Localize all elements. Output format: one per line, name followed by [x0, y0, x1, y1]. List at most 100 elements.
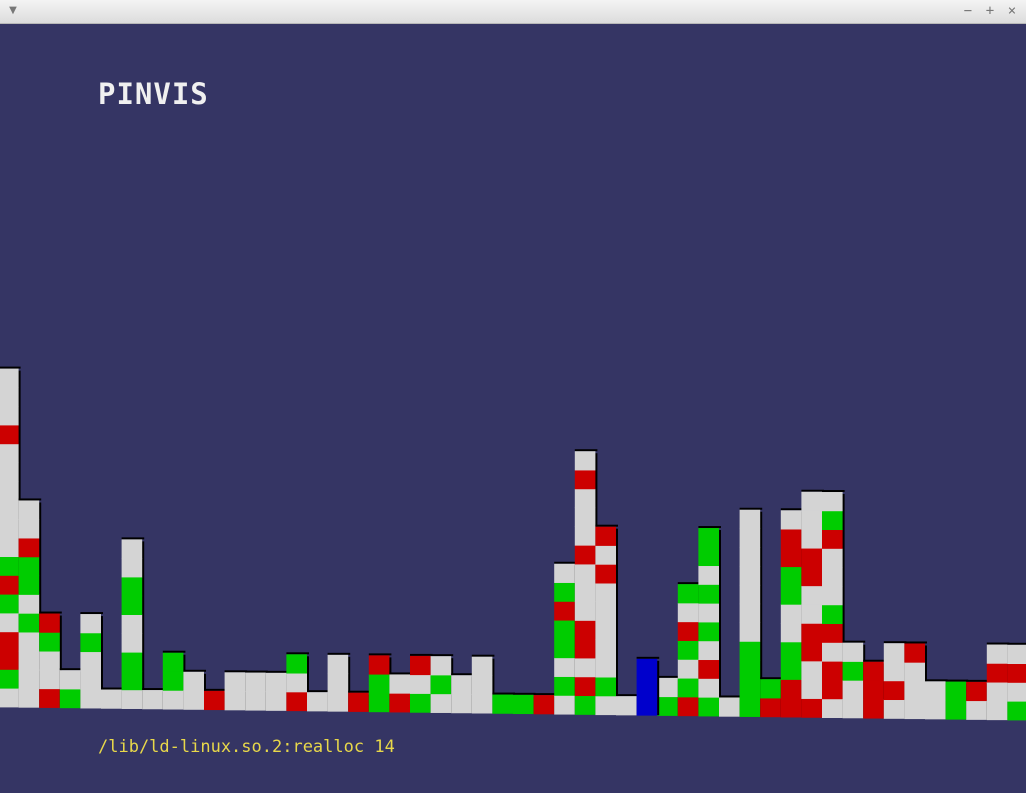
bar-cell [554, 638, 575, 659]
bar-cell [801, 679, 822, 699]
bar-column[interactable] [327, 652, 351, 712]
bar-column[interactable] [1007, 642, 1026, 721]
bar-column[interactable] [142, 688, 165, 710]
bar-top-edge [677, 582, 701, 585]
bar-column[interactable] [471, 654, 495, 714]
bar-column[interactable] [595, 524, 618, 716]
bar-cell [410, 674, 431, 694]
bar-column[interactable] [121, 537, 145, 709]
bar-top-edge [904, 641, 927, 644]
bar-cell [780, 529, 802, 549]
bar-cell [39, 651, 60, 671]
bar-column[interactable] [80, 612, 103, 709]
bar-column[interactable] [183, 669, 206, 710]
bar-column[interactable] [780, 508, 804, 718]
bar-column[interactable] [883, 641, 907, 719]
bar-column[interactable] [801, 489, 824, 718]
bar-column[interactable] [18, 498, 42, 708]
bar-column[interactable] [245, 670, 268, 711]
bar-top-edge [162, 650, 186, 653]
bar-cell [80, 651, 101, 671]
bar-cell [842, 642, 864, 662]
bar-column[interactable] [204, 688, 227, 711]
bar-top-edge [348, 690, 371, 693]
bar-cell [0, 500, 19, 520]
close-button[interactable]: × [1004, 3, 1020, 19]
bar-column[interactable] [101, 687, 124, 709]
bar-column[interactable] [719, 695, 742, 717]
bar-column[interactable] [554, 561, 577, 715]
bar-cell [162, 690, 184, 710]
bar-column[interactable] [265, 670, 289, 711]
bar-cell [698, 528, 719, 548]
bar-column[interactable] [59, 668, 83, 709]
bar-column[interactable] [574, 449, 598, 715]
minimize-button[interactable]: − [960, 3, 976, 19]
bar-cell [595, 601, 616, 622]
bar-top-edge [966, 679, 989, 682]
bar-column[interactable] [677, 582, 701, 717]
window-titlebar: ▼ − + × [0, 0, 1026, 24]
bar-top-edge [307, 690, 330, 693]
bar-cell [945, 681, 967, 701]
bar-cell [883, 643, 905, 663]
bar-top-edge [430, 654, 454, 657]
bar-column[interactable] [925, 679, 948, 720]
window-menu-button[interactable]: ▼ [6, 4, 20, 18]
bar-column[interactable] [39, 611, 62, 708]
bar-column[interactable] [616, 694, 639, 716]
bar-column[interactable] [966, 679, 989, 720]
bar-column[interactable] [307, 690, 330, 712]
bar-cell [121, 595, 143, 615]
bar-column[interactable] [760, 677, 783, 718]
bar-column[interactable] [986, 642, 1010, 721]
bar-column[interactable] [533, 693, 557, 715]
bar-top-edge [719, 695, 742, 698]
bar-top-edge [739, 507, 763, 510]
bar-cell [286, 654, 307, 674]
bar-column[interactable] [863, 659, 886, 719]
bar-column[interactable] [162, 650, 186, 710]
bar-top-edge [554, 561, 577, 564]
bar-column[interactable] [451, 673, 474, 714]
maximize-button[interactable]: + [982, 3, 998, 19]
bar-cell [574, 470, 596, 490]
bar-column[interactable] [286, 652, 309, 712]
bar-column[interactable] [904, 641, 927, 720]
bar-column[interactable] [0, 366, 21, 708]
selected-bar[interactable] [636, 656, 660, 716]
bar-column[interactable] [657, 675, 680, 716]
bar-cell [0, 519, 19, 539]
bar-cell [430, 656, 452, 676]
bar-column[interactable] [348, 690, 371, 712]
bar-cell [554, 563, 575, 583]
bar-top-edge [245, 670, 268, 673]
bar-cell [636, 696, 658, 716]
bar-column[interactable] [513, 692, 536, 715]
bar-cell [883, 699, 905, 719]
visualization-canvas[interactable]: PINVIS /lib/ld-linux.so.2:realloc 14 [0, 24, 1026, 793]
bar-cell [18, 519, 40, 539]
bar-column[interactable] [945, 679, 969, 720]
bar-top-edge [636, 656, 660, 659]
bar-column[interactable] [822, 490, 845, 719]
bar-cell [657, 677, 678, 698]
bar-cell [0, 669, 19, 689]
bar-cell [554, 695, 575, 715]
bar-cell [245, 691, 266, 711]
bar-column[interactable] [389, 672, 412, 713]
bar-column[interactable] [698, 526, 721, 717]
bar-cell [162, 671, 184, 691]
bar-cell [265, 672, 287, 693]
bar-cell [780, 566, 802, 586]
bar-column[interactable] [224, 670, 248, 711]
bar-cell [0, 631, 19, 651]
bar-column[interactable] [368, 653, 392, 713]
bar-column[interactable] [739, 507, 763, 717]
bar-column[interactable] [492, 692, 515, 714]
bar-column[interactable] [430, 654, 454, 713]
bar-column[interactable] [842, 640, 866, 719]
status-line: /lib/ld-linux.so.2:realloc 14 [98, 737, 395, 757]
bar-cell [760, 698, 781, 718]
bar-column[interactable] [410, 653, 433, 713]
